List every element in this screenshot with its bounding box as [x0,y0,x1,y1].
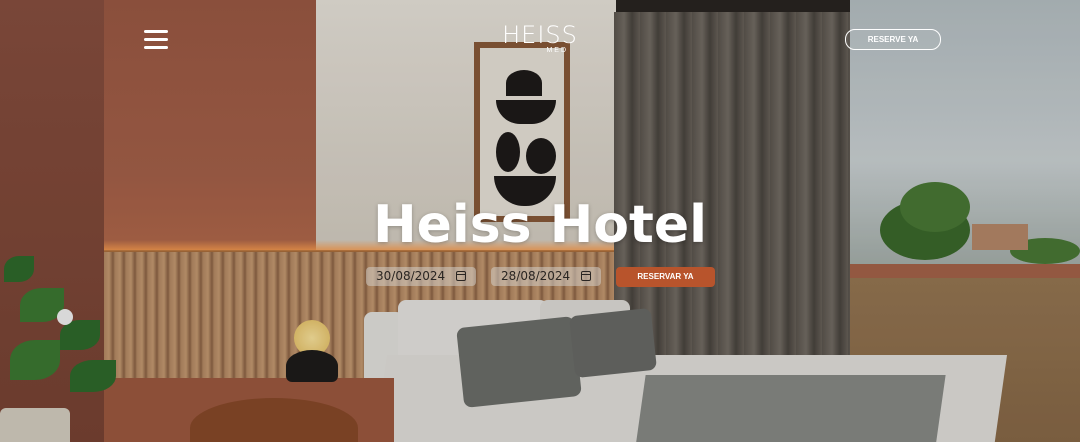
calendar-icon[interactable] [456,271,466,281]
logo-text: HEISS [502,21,578,49]
logo[interactable]: HEISS MED [500,22,580,56]
hero-title: Heiss Hotel [373,195,707,255]
hero-section: HEISS MED RESERVE YA Heiss Hotel 30/08/2… [0,0,1080,442]
calendar-icon[interactable] [581,271,591,281]
checkout-date-field[interactable]: 28/08/2024 [491,267,601,286]
checkout-date-value: 28/08/2024 [501,269,571,283]
reserve-header-button[interactable]: RESERVE YA [845,29,941,50]
checkin-date-field[interactable]: 30/08/2024 [366,267,476,286]
reservar-button[interactable]: RESERVAR YA [616,267,715,287]
slider-indicator-dot[interactable] [57,309,73,325]
checkin-date-value: 30/08/2024 [376,269,446,283]
logo-subtext: MED [546,47,568,54]
hamburger-menu-icon[interactable] [144,30,168,50]
